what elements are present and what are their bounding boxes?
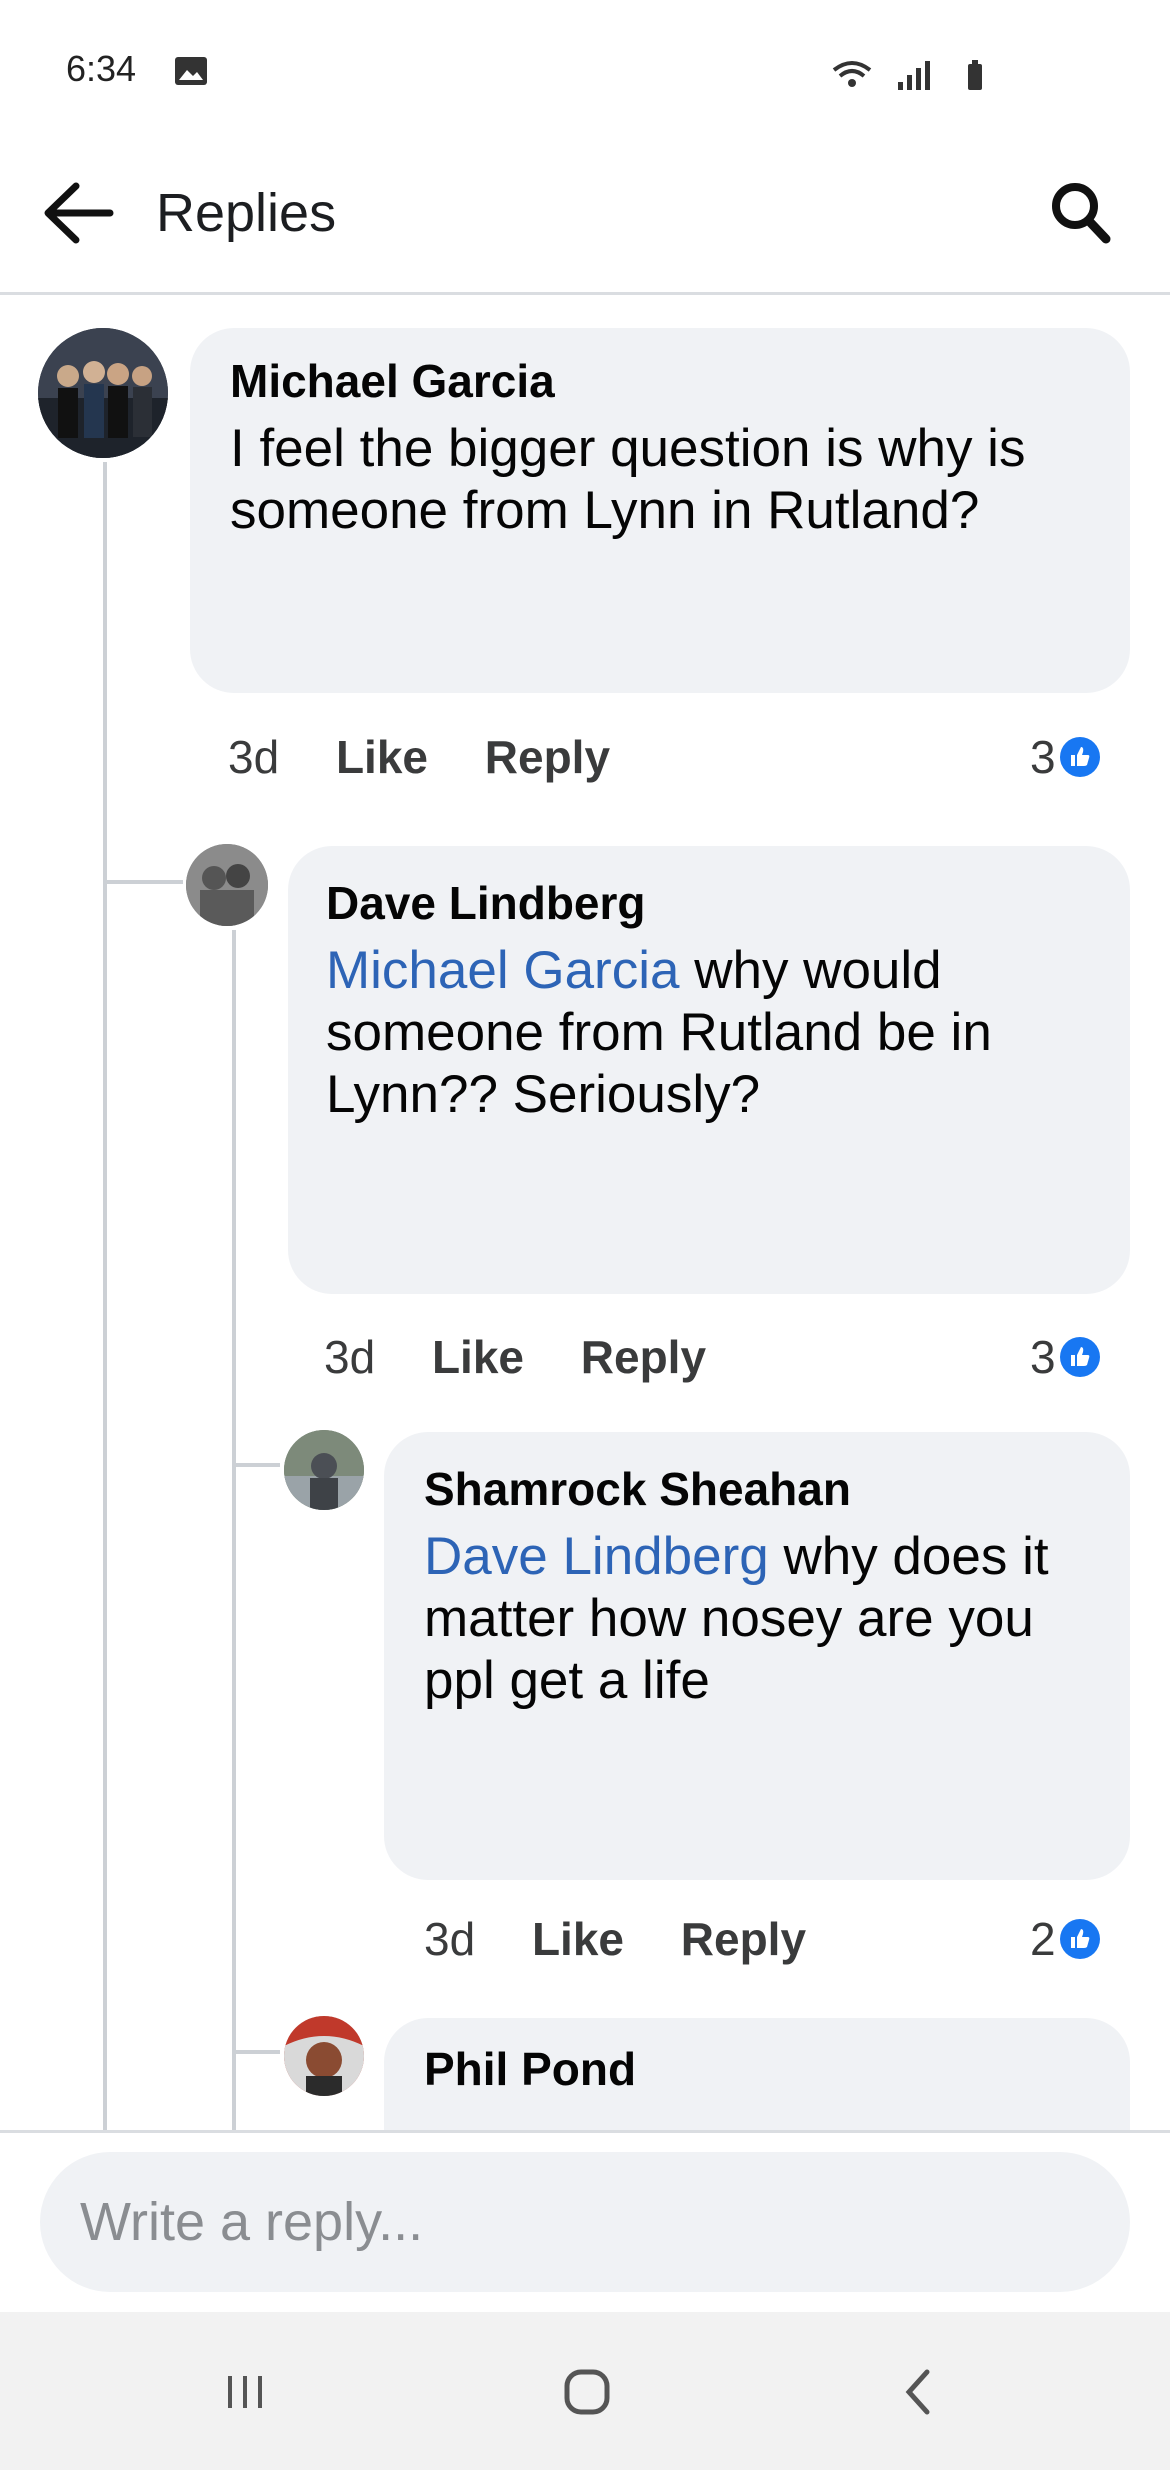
reply-button[interactable]: Reply [681, 1913, 806, 1965]
gallery-notification-icon [175, 57, 207, 85]
home-button[interactable] [542, 2352, 632, 2432]
recent-apps-icon [228, 2376, 262, 2408]
comment-actions: 3d Like Reply [228, 730, 610, 784]
reply-button[interactable]: Reply [485, 731, 610, 783]
like-button[interactable]: Like [432, 1331, 524, 1383]
comment-actions: 3d Like Reply [324, 1330, 706, 1384]
avatar[interactable] [186, 844, 268, 926]
comment-time: 3d [424, 1913, 476, 1965]
nav-back-button[interactable] [874, 2352, 964, 2432]
wifi-signal-battery-icon [832, 60, 982, 90]
profile-photo-icon [284, 1430, 364, 1510]
chevron-left-icon [905, 2369, 930, 2415]
comment-author[interactable]: Dave Lindberg [326, 876, 1092, 930]
arrow-left-icon[interactable] [40, 178, 116, 248]
comment-author[interactable]: Phil Pond [424, 2042, 1090, 2096]
reaction-count-value: 3 [1030, 731, 1056, 783]
composer-divider [0, 2130, 1170, 2133]
recent-apps-button[interactable] [200, 2352, 290, 2432]
comment-text: Dave Lindberg why does it matter how nos… [424, 1526, 1090, 1712]
avatar[interactable] [38, 328, 168, 458]
group-photo-icon [38, 328, 168, 458]
page-title: Replies [156, 183, 337, 243]
reaction-count[interactable]: 3 [1030, 1330, 1100, 1384]
thread-connector [103, 880, 183, 884]
thread-connector [232, 2050, 280, 2054]
comment-author[interactable]: Michael Garcia [230, 354, 1090, 408]
reply-button[interactable]: Reply [581, 1331, 706, 1383]
like-button[interactable]: Like [336, 731, 428, 783]
comment-bubble: Michael Garcia I feel the bigger questio… [190, 328, 1130, 693]
avatar[interactable] [284, 1430, 364, 1510]
mention-link[interactable]: Dave Lindberg [424, 1527, 769, 1586]
comment-bubble: Dave Lindberg Michael Garcia why would s… [288, 846, 1130, 1294]
reply-input[interactable] [40, 2152, 1130, 2292]
comment-actions: 3d Like Reply [424, 1912, 806, 1966]
profile-photo-icon [186, 844, 268, 926]
home-icon [564, 2369, 610, 2415]
comment-bubble: Shamrock Sheahan Dave Lindberg why does … [384, 1432, 1130, 1880]
thumbs-up-icon [1059, 1919, 1100, 1959]
avatar[interactable] [284, 2016, 364, 2096]
comment-text: I feel the bigger question is why is som… [230, 418, 1090, 542]
status-time: 6:34 [66, 48, 137, 89]
comment-text: Michael Garcia why would someone from Ru… [326, 940, 1092, 1126]
thread-line [232, 930, 236, 2160]
profile-photo-icon [284, 2016, 364, 2096]
header-divider [0, 292, 1170, 295]
thumbs-up-icon [1059, 1337, 1100, 1377]
mention-link[interactable]: Michael Garcia [326, 941, 679, 1000]
reaction-count[interactable]: 2 [1030, 1912, 1100, 1966]
search-icon[interactable] [1048, 178, 1114, 248]
comment-text-body: I feel the bigger question is why is som… [230, 419, 1026, 540]
comment-time: 3d [324, 1331, 376, 1383]
thumbs-up-icon [1059, 737, 1100, 777]
thread-line [103, 462, 107, 2162]
thread-connector [232, 1463, 280, 1467]
reaction-count-value: 2 [1030, 1913, 1056, 1965]
reaction-count-value: 3 [1030, 1331, 1056, 1383]
comment-author[interactable]: Shamrock Sheahan [424, 1462, 1090, 1516]
reaction-count[interactable]: 3 [1030, 730, 1100, 784]
comment-time: 3d [228, 731, 280, 783]
like-button[interactable]: Like [532, 1913, 624, 1965]
